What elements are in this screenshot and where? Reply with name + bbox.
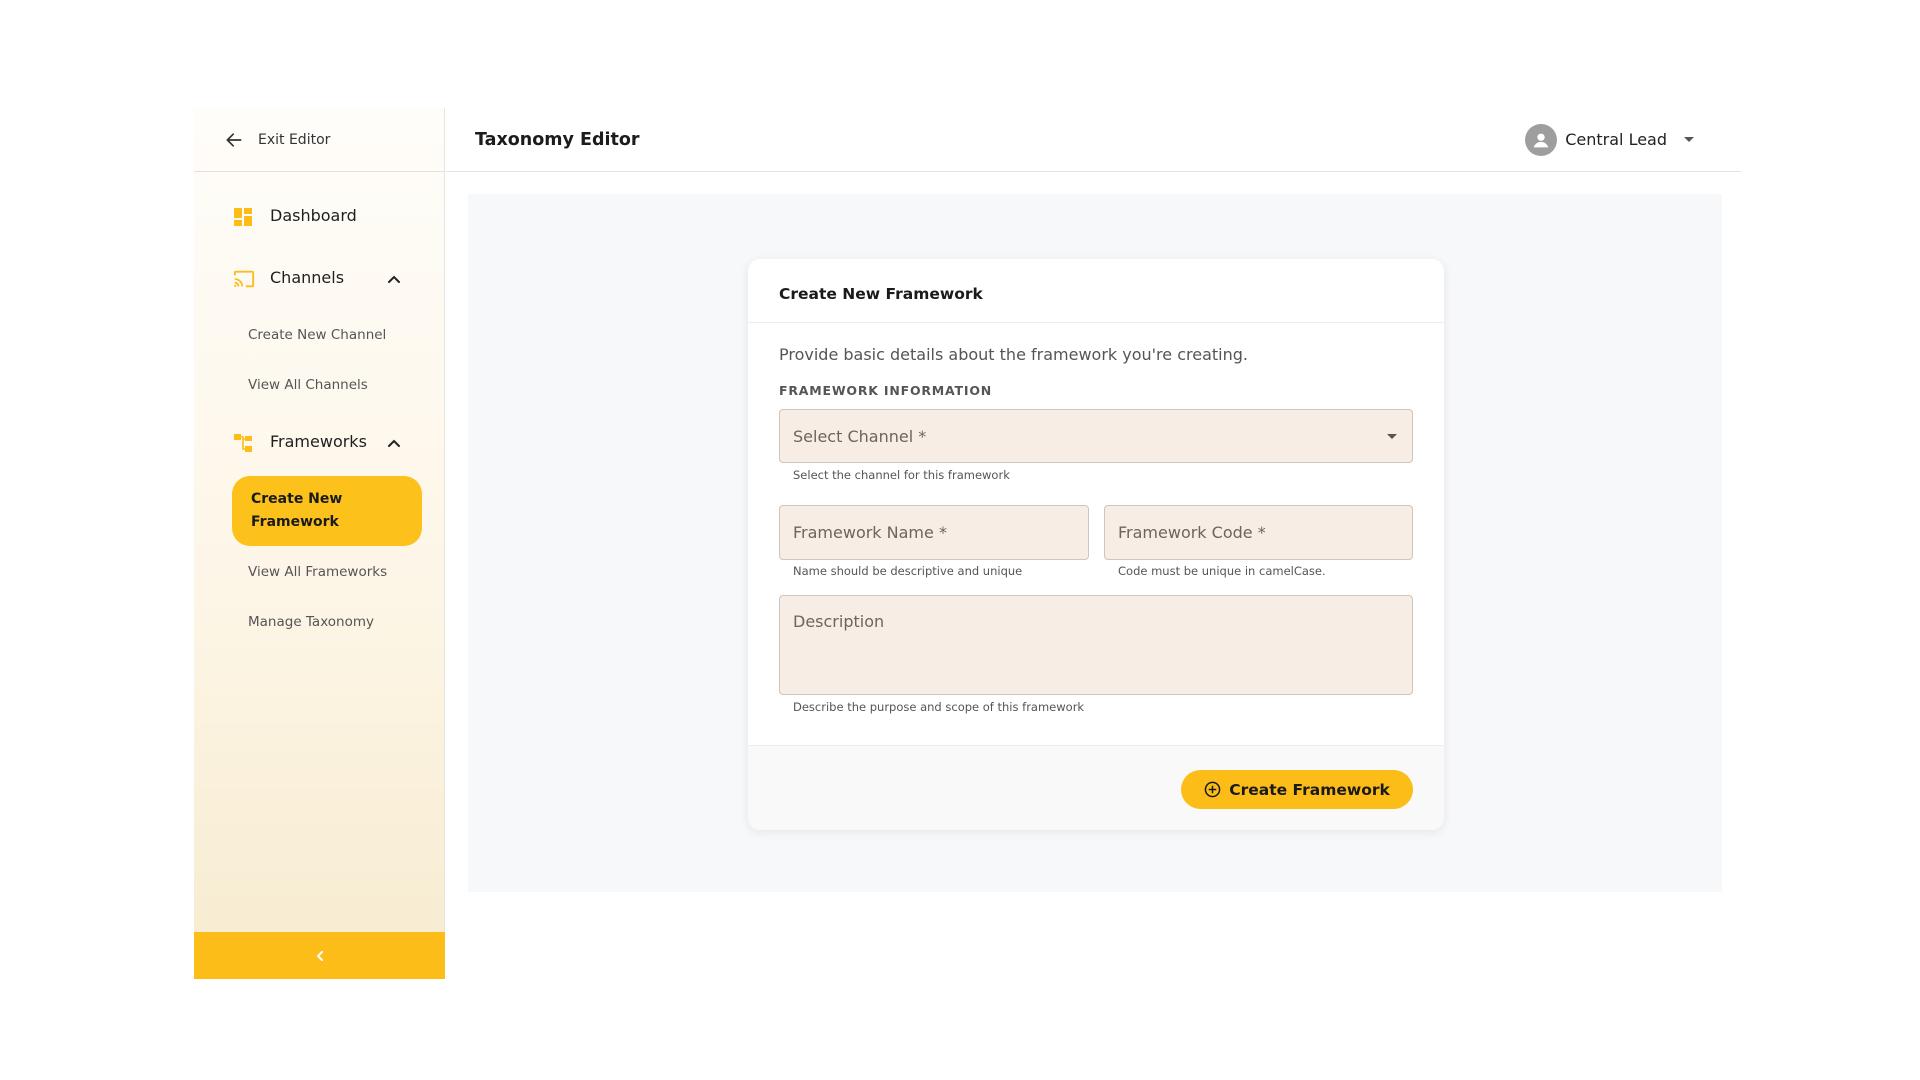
card-footer: Create Framework <box>748 745 1444 830</box>
sidebar-item-manage-taxonomy[interactable]: Manage Taxonomy <box>232 614 422 630</box>
top-header: Taxonomy Editor Central Lead <box>446 108 1741 172</box>
sidebar-item-frameworks[interactable]: Frameworks <box>194 418 445 468</box>
caret-down-icon <box>1684 136 1694 142</box>
plus-circle-icon <box>1204 781 1221 798</box>
sidebar-item-dashboard-label: Dashboard <box>270 206 357 225</box>
user-menu[interactable]: Central Lead <box>1525 123 1695 156</box>
user-name: Central Lead <box>1565 130 1667 149</box>
framework-name-field[interactable]: Framework Name * <box>779 505 1089 560</box>
sidebar: Exit Editor Dashboard Channels Create Ne… <box>194 108 445 979</box>
framework-code-placeholder: Framework Code * <box>1118 523 1266 542</box>
sidebar-item-channels-label: Channels <box>270 268 345 287</box>
sidebar-item-frameworks-label: Frameworks <box>270 432 367 451</box>
create-framework-button[interactable]: Create Framework <box>1181 770 1413 809</box>
channel-select-placeholder: Select Channel * <box>793 426 927 446</box>
sidebar-item-create-framework[interactable]: Create New Framework <box>232 476 422 546</box>
channel-select[interactable]: Select Channel * <box>779 409 1413 463</box>
chevron-up-icon[interactable] <box>387 272 401 286</box>
sidebar-item-view-channels[interactable]: View All Channels <box>232 377 422 393</box>
description-field[interactable]: Description <box>779 595 1413 695</box>
card-header: Create New Framework <box>748 259 1444 323</box>
form-intro: Provide basic details about the framewor… <box>779 345 1248 364</box>
main-content: Create New Framework Provide basic detai… <box>468 194 1722 892</box>
user-avatar-icon <box>1525 123 1558 156</box>
chevron-up-icon[interactable] <box>387 436 401 450</box>
chevron-left-icon <box>316 950 323 961</box>
section-label: FRAMEWORK INFORMATION <box>779 383 993 398</box>
sidebar-collapse-button[interactable] <box>194 932 445 979</box>
framework-code-field[interactable]: Framework Code * <box>1104 505 1413 560</box>
app-shell: Exit Editor Dashboard Channels Create Ne… <box>194 108 1741 979</box>
create-framework-card: Create New Framework Provide basic detai… <box>748 259 1444 830</box>
sidebar-item-dashboard[interactable]: Dashboard <box>194 192 445 242</box>
sidebar-item-create-channel[interactable]: Create New Channel <box>232 327 422 343</box>
arrow-left-icon <box>226 132 242 147</box>
framework-code-help: Code must be unique in camelCase. <box>1118 564 1326 578</box>
description-help: Describe the purpose and scope of this f… <box>793 700 1085 714</box>
description-placeholder: Description <box>793 612 885 631</box>
framework-name-help: Name should be descriptive and unique <box>793 564 1023 578</box>
framework-name-placeholder: Framework Name * <box>793 523 947 542</box>
dashboard-icon <box>234 208 252 226</box>
hierarchy-icon <box>234 434 252 452</box>
exit-editor-button[interactable]: Exit Editor <box>194 108 445 172</box>
sidebar-item-channels[interactable]: Channels <box>194 254 445 304</box>
sidebar-item-view-frameworks[interactable]: View All Frameworks <box>232 564 422 580</box>
create-framework-button-label: Create Framework <box>1229 780 1390 799</box>
card-title: Create New Framework <box>779 284 983 303</box>
page-title: Taxonomy Editor <box>475 129 640 150</box>
caret-down-icon <box>1387 434 1397 439</box>
cast-icon <box>233 270 255 288</box>
channel-help-text: Select the channel for this framework <box>793 468 1010 482</box>
exit-editor-label: Exit Editor <box>258 131 331 148</box>
